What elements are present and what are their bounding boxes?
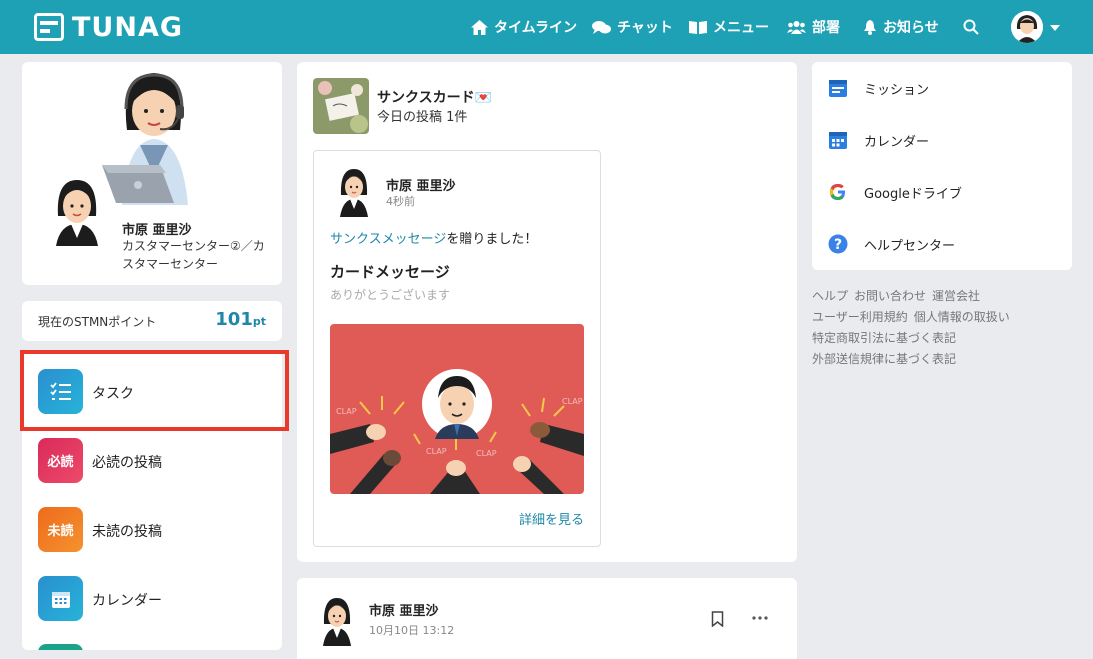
footer-link-external[interactable]: 外部送信規律に基づく表記 (812, 352, 956, 366)
nav-timeline[interactable]: タイムライン (471, 17, 577, 37)
more-options-icon[interactable] (752, 616, 768, 620)
card-message-title: カードメッセージ (330, 263, 450, 281)
side-link-help-center-label: ヘルプセンター (864, 239, 956, 254)
points-unit: pt (252, 315, 266, 328)
points-value: 101pt (215, 309, 266, 330)
post-author-avatar[interactable] (336, 167, 372, 217)
footer-link-help[interactable]: ヘルプ (812, 289, 848, 303)
mission-icon (829, 80, 847, 97)
nav-menu[interactable]: メニュー (689, 17, 769, 37)
menu-item-unread-label: 未読の投稿 (92, 524, 162, 540)
side-link-mission[interactable]: ミッション (812, 62, 1072, 114)
side-link-calendar-label: カレンダー (864, 135, 930, 150)
unread-icon: 未読 (38, 507, 83, 552)
svg-text:CLAP: CLAP (336, 407, 357, 416)
menu-item-must-read[interactable]: 必読 必読の投稿 (22, 424, 282, 484)
svg-text:?: ? (834, 237, 842, 253)
nav-timeline-label: タイムライン (494, 20, 578, 36)
points-number: 101 (215, 309, 253, 330)
chat-icon (592, 20, 611, 34)
post-author-name[interactable]: 市原 亜里沙 (386, 175, 456, 194)
google-icon (830, 184, 846, 200)
highlight-frame (20, 350, 289, 431)
sent-message-line: サンクスメッセージを贈りました！ (330, 228, 537, 247)
calendar-icon (829, 132, 847, 149)
timeline-post: 市原 亜里沙 10月10日 13:12 (297, 578, 797, 659)
post-time: 4秒前 (386, 195, 415, 208)
clap-card-image[interactable]: CLAP CLAP CLAP CLAP (330, 324, 584, 494)
bell-icon (864, 19, 876, 35)
timeline-post-time: 10月10日 13:12 (369, 624, 455, 637)
nav-departments[interactable]: 部署 (787, 17, 840, 37)
profile-name[interactable]: 市原 亜里沙 (122, 219, 192, 238)
thanks-card-subtitle: 今日の投稿 1件 (377, 110, 468, 125)
help-icon: ? (828, 234, 848, 254)
nav-notifications[interactable]: お知らせ (863, 17, 939, 37)
sent-message-rest: を贈りました！ (446, 232, 538, 247)
thanks-post[interactable]: 市原 亜里沙 4秒前 サンクスメッセージを贈りました！ カードメッセージ ありが… (313, 150, 601, 547)
nav-departments-label: 部署 (812, 20, 840, 36)
footer-links: ヘルプ お問い合わせ 運営会社 ユーザー利用規約 個人情報の取扱い 特定商取引法に基づ… (812, 286, 1072, 370)
nav-notifications-label: お知らせ (883, 20, 939, 36)
nav-chat-label: チャット (617, 20, 673, 36)
nav-chat[interactable]: チャット (592, 17, 673, 37)
profile-card: 市原 亜里沙 カスタマーセンター②／カスタマーセンター (22, 62, 282, 285)
book-icon (689, 21, 707, 34)
points-card[interactable]: 現在のSTMNポイント 101pt (22, 301, 282, 341)
logo-icon (34, 13, 64, 41)
avatar-person-icon (1011, 11, 1043, 43)
next-menu-icon-partial (38, 644, 83, 650)
side-link-google-drive-label: Googleドライブ (864, 187, 962, 202)
account-menu-caret[interactable] (1050, 25, 1060, 31)
side-link-google-drive[interactable]: Googleドライブ (812, 166, 1072, 218)
timeline-post-avatar[interactable] (319, 596, 355, 646)
profile-department: カスタマーセンター②／カスタマーセンター (122, 239, 265, 271)
svg-text:CLAP: CLAP (562, 397, 583, 406)
tunag-logo[interactable]: TUNAG (34, 11, 183, 43)
side-link-help-center[interactable]: ? ヘルプセンター (812, 218, 1072, 270)
footer-link-company[interactable]: 運営会社 (932, 289, 980, 303)
view-details-link[interactable]: 詳細を見る (519, 509, 584, 528)
top-header: TUNAG タイムライン チャット メニュー 部署 お知らせ (0, 0, 1093, 54)
menu-item-must-read-label: 必読の投稿 (92, 455, 162, 471)
menu-item-calendar-label: カレンダー (92, 593, 162, 609)
right-links-card: ミッション カレンダー Googleドライブ ? ヘルプセンター (812, 62, 1072, 270)
people-icon (787, 21, 806, 34)
footer-link-terms[interactable]: ユーザー利用規約 (812, 310, 908, 324)
calendar-icon (38, 576, 83, 621)
footer-link-commerce[interactable]: 特定商取引法に基づく表記 (812, 331, 956, 345)
menu-item-calendar[interactable]: カレンダー (22, 562, 282, 622)
thanks-card-panel: サンクスカード💌 今日の投稿 1件 市原 亜里沙 4秒前 サンクスメッセージを贈… (297, 62, 797, 562)
nav-menu-label: メニュー (713, 20, 769, 36)
points-label: 現在のSTMNポイント (38, 315, 157, 329)
search-icon[interactable] (963, 19, 979, 35)
side-link-mission-label: ミッション (864, 83, 930, 98)
side-link-calendar[interactable]: カレンダー (812, 114, 1072, 166)
bookmark-icon[interactable] (711, 611, 724, 627)
must-read-icon: 必読 (38, 438, 83, 483)
svg-text:CLAP: CLAP (476, 449, 497, 458)
timeline-post-author[interactable]: 市原 亜里沙 (369, 600, 439, 619)
thanks-message-link[interactable]: サンクスメッセージ (330, 232, 446, 247)
user-avatar[interactable] (1011, 11, 1043, 43)
footer-link-contact[interactable]: お問い合わせ (854, 289, 926, 303)
home-icon (471, 19, 488, 35)
thanks-card-title[interactable]: サンクスカード💌 (377, 87, 492, 107)
footer-link-privacy[interactable]: 個人情報の取扱い (914, 310, 1010, 324)
svg-text:CLAP: CLAP (426, 447, 447, 456)
brand-name: TUNAG (72, 11, 183, 43)
profile-avatar (46, 179, 108, 246)
menu-item-unread[interactable]: 未読 未読の投稿 (22, 493, 282, 553)
card-message-body: ありがとうございます (330, 288, 451, 302)
thanks-card-thumbnail[interactable] (313, 78, 369, 134)
